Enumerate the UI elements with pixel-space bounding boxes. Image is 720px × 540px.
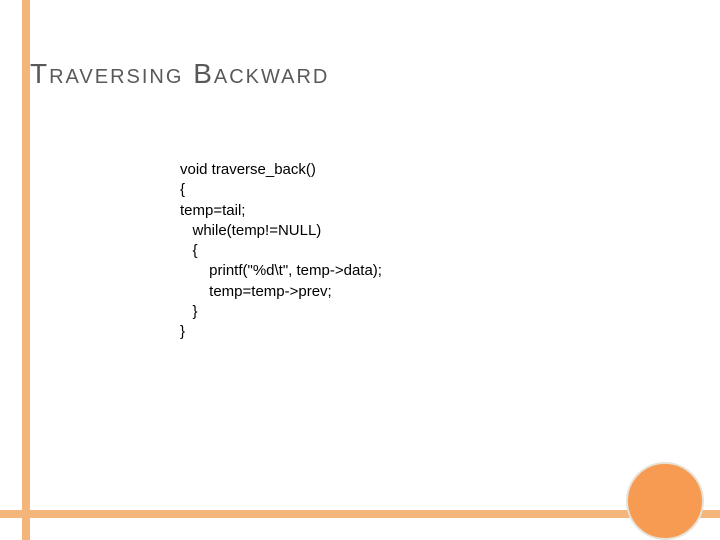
code-line: temp=temp->prev; — [180, 283, 332, 300]
code-line: } — [180, 303, 198, 320]
code-line: } — [180, 323, 185, 340]
left-accent-bar — [22, 0, 30, 540]
code-line: while(temp!=NULL) — [180, 222, 321, 239]
code-line: temp=tail; — [180, 202, 245, 219]
decorative-circle — [626, 462, 704, 540]
code-block: void traverse_back() { temp=tail; while(… — [180, 160, 382, 342]
code-line: printf("%d\t", temp->data); — [180, 262, 382, 279]
code-line: void traverse_back() — [180, 161, 316, 178]
slide-title: Traversing Backward — [30, 58, 329, 90]
code-line: { — [180, 242, 198, 259]
code-line: { — [180, 181, 185, 198]
bottom-accent-bar — [0, 510, 720, 518]
